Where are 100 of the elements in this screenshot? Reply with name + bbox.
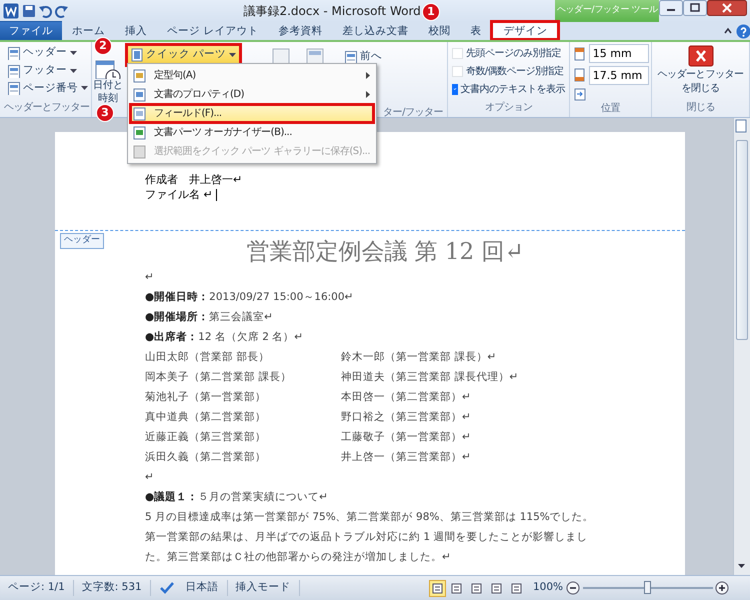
- close-icon: [688, 45, 714, 67]
- group-label: ター/フッター: [383, 106, 443, 120]
- spin-field[interactable]: 17.5 mm: [588, 66, 649, 85]
- body-text: 第一営業部の結果は、月半ばでの返品トラブル対応に約 1 週間を要したことが影響しまし: [144, 530, 588, 545]
- caret-icon: [70, 50, 77, 55]
- minimize-icon[interactable]: [659, 0, 684, 16]
- body-text: 真中道典（第二営業部）: [145, 410, 267, 425]
- page-icon: [6, 81, 20, 96]
- close-icon[interactable]: [707, 0, 748, 16]
- view-button[interactable]: [428, 580, 446, 596]
- ribbon-button[interactable]: ヘッダー: [4, 44, 87, 62]
- submenu-arrow-icon: [366, 91, 370, 98]
- submenu-arrow-icon: [366, 72, 370, 79]
- body-text: ↵: [144, 470, 155, 485]
- window-title: 議事録2.docx - Microsoft Word: [243, 3, 421, 20]
- header-position-icon: [574, 46, 586, 60]
- text-cursor: [216, 188, 218, 201]
- vertical-scrollbar[interactable]: [733, 118, 750, 575]
- menu-item[interactable]: 文書パーツ オーガナイザー(B)...: [130, 123, 374, 142]
- proofing-check-icon[interactable]: [158, 581, 175, 595]
- ribbon-tab[interactable]: ホーム: [62, 21, 115, 40]
- header-tag: ヘッダー: [60, 233, 104, 248]
- spin-field[interactable]: 15 mm: [588, 44, 649, 63]
- item-icon: [132, 68, 148, 82]
- ribbon-tab[interactable]: 差し込み文書: [332, 21, 418, 40]
- view-icon: [432, 582, 443, 594]
- body-text: 菊池礼子（第一営業部）: [145, 390, 267, 405]
- status-page: ページ: 1/1: [0, 580, 74, 596]
- view-icon: [471, 582, 482, 594]
- view-icon: [451, 582, 462, 594]
- ribbon-button[interactable]: フッター: [4, 62, 87, 80]
- close-header-footer-button[interactable]: ヘッダーとフッター を閉じる: [656, 44, 745, 96]
- page-icon: [6, 64, 20, 78]
- caret-icon: [70, 68, 77, 73]
- calendar-clock-icon: [95, 59, 121, 79]
- insert-tab-icon: [574, 88, 586, 100]
- ribbon-tab[interactable]: ページ レイアウト: [157, 21, 268, 40]
- contextual-tab-group: ヘッダー/フッター ツール: [555, 0, 660, 22]
- ribbon-tab[interactable]: デザイン: [491, 21, 560, 40]
- ruler-toggle-icon[interactable]: [734, 118, 748, 134]
- zoom-out-icon[interactable]: [566, 581, 580, 595]
- body-text: ↵: [144, 270, 155, 285]
- body-text: 岡本美子（第二営業部 課長）: [145, 370, 292, 385]
- status-word-count: 文字数: 531: [74, 580, 151, 596]
- group-label: ヘッダーとフッター: [4, 101, 87, 115]
- item-icon: [132, 144, 148, 158]
- body-text: 5 月の目標達成率は第一営業部が 75%、第二営業部が 98%、第三営業部は 115%でした。: [144, 510, 595, 525]
- group-label: オプション: [484, 100, 534, 115]
- word-icon[interactable]: [2, 3, 19, 19]
- body-text: 近藤正義（第三営業部）: [145, 430, 267, 445]
- body-text: 井上啓一（第三営業部）↵: [341, 450, 471, 465]
- menu-item[interactable]: 文書のプロパティ(D): [130, 85, 374, 104]
- view-icon: [510, 582, 522, 594]
- caret-icon: [81, 86, 88, 90]
- redo-icon[interactable]: [55, 4, 69, 18]
- help-icon[interactable]: [736, 24, 750, 38]
- status-language: 日本語: [186, 580, 219, 596]
- header-text: 作成者 井上啓一↵: [145, 173, 242, 186]
- status-mode: 挿入モード: [228, 580, 300, 596]
- body-text: 本田啓一（第二営業部）↵: [341, 390, 471, 405]
- ribbon-tab[interactable]: 表: [460, 21, 492, 40]
- zoom-percent: 100%: [532, 580, 563, 596]
- checkbox-label: 先頭ページのみ別指定: [466, 46, 561, 60]
- item-icon: [132, 106, 148, 120]
- menu-item[interactable]: フィールド(F)...: [130, 104, 374, 123]
- ribbon-tab[interactable]: 校閲: [418, 21, 460, 40]
- checkbox-label: 奇数/偶数ページ別指定: [466, 64, 564, 78]
- date-time-button[interactable]: 日付と 時刻: [93, 59, 123, 105]
- body-text: 神田道夫（第三営業部 課長代理）↵: [341, 370, 518, 385]
- body-text: 鈴木一郎（第一営業部 課長）↵: [341, 350, 496, 365]
- group-label: 閉じる: [685, 101, 716, 115]
- view-icon: [490, 582, 502, 594]
- maximize-icon[interactable]: [683, 0, 708, 16]
- checkbox[interactable]: [452, 84, 458, 94]
- ribbon-tab[interactable]: 挿入: [115, 21, 157, 40]
- body-text: ●出席者：12 名（欠席 2 名）↵: [144, 330, 304, 345]
- caret-icon: [229, 52, 236, 57]
- zoom-slider-thumb[interactable]: [644, 581, 650, 594]
- body-text: 浜田久義（第二営業部）: [145, 450, 267, 465]
- save-icon[interactable]: [22, 4, 36, 18]
- ribbon-button[interactable]: ページ番号: [4, 80, 87, 98]
- zoom-in-icon[interactable]: [715, 581, 730, 595]
- checkbox-label: 文書内のテキストを表示: [460, 82, 565, 96]
- body-text: ●開催場所：第三会議室↵: [144, 310, 274, 325]
- header-text: ファイル名 ↵: [145, 188, 213, 201]
- ribbon-tab[interactable]: 参考資料: [268, 21, 332, 40]
- body-text: 山田太郎（営業部 部長）: [145, 350, 270, 365]
- undo-icon[interactable]: [38, 4, 52, 18]
- menu-item[interactable]: 定型句(A): [130, 66, 374, 85]
- body-text: 野口裕之（第三営業部）↵: [341, 410, 471, 425]
- ribbon-tab[interactable]: ファイル: [0, 21, 62, 40]
- collapse-ribbon-icon[interactable]: [723, 26, 734, 36]
- body-text: ●議題１：５月の営業実績について↵: [144, 490, 329, 505]
- body-text: ●開催日時：2013/09/27 15:00～16:00↵: [144, 290, 354, 305]
- footer-position-icon: [574, 68, 586, 82]
- scroll-thumb[interactable]: [736, 140, 748, 340]
- item-icon: [132, 88, 148, 102]
- item-icon: [132, 126, 148, 140]
- page-icon: [6, 46, 20, 60]
- body-text: 工藤敬子（第一営業部）↵: [341, 430, 471, 445]
